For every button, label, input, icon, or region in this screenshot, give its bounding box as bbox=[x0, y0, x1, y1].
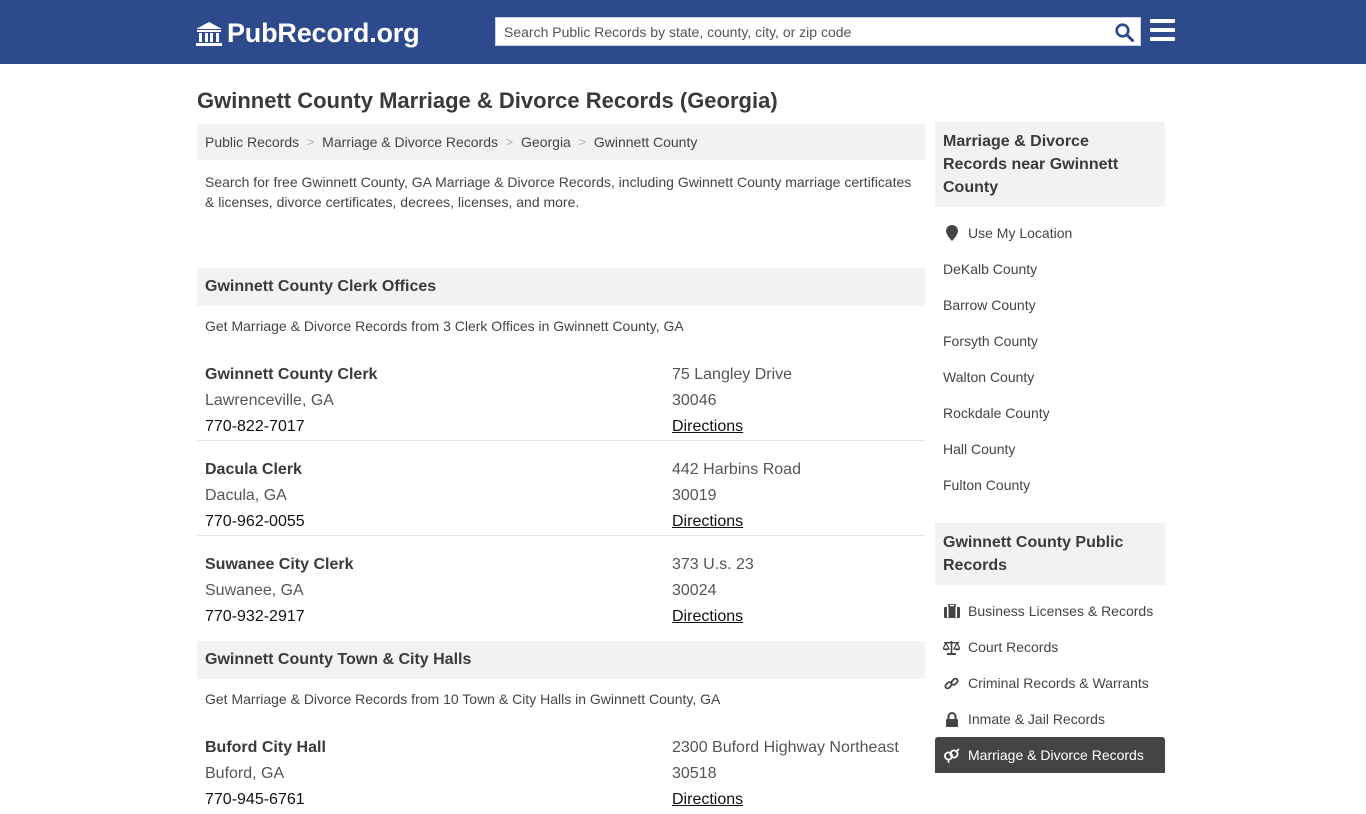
record-city: Buford, GA bbox=[205, 765, 285, 782]
sidebar-item-rockdale[interactable]: Rockdale County bbox=[935, 395, 1165, 431]
record-item: Gwinnett County Clerk Lawrenceville, GA … bbox=[197, 346, 925, 441]
link-icon bbox=[943, 675, 960, 691]
record-zip: 30046 bbox=[672, 392, 717, 409]
sidebar-public-records-title: Gwinnett County Public Records bbox=[935, 523, 1165, 585]
record-city: Dacula, GA bbox=[205, 487, 287, 504]
nearby-list: Use My Location DeKalb County Barrow Cou… bbox=[935, 207, 1165, 503]
sidebar-item-label: Marriage & Divorce Records bbox=[968, 747, 1144, 763]
breadcrumb-current: Gwinnett County bbox=[593, 134, 698, 150]
sidebar-item-dekalb[interactable]: DeKalb County bbox=[935, 251, 1165, 287]
top-navigation-bar: PubRecord.org bbox=[0, 0, 1366, 64]
sidebar-item-inmate-records[interactable]: Inmate & Jail Records bbox=[935, 701, 1165, 737]
menu-bar bbox=[1150, 37, 1175, 41]
use-my-location-link[interactable]: Use My Location bbox=[935, 215, 1165, 251]
breadcrumb-public-records[interactable]: Public Records bbox=[205, 134, 299, 150]
public-records-list: Business Licenses & Records Court Record… bbox=[935, 585, 1165, 773]
record-zip: 30019 bbox=[672, 487, 717, 504]
menu-bar bbox=[1150, 28, 1175, 32]
breadcrumb-separator: > bbox=[506, 135, 514, 149]
breadcrumb-georgia[interactable]: Georgia bbox=[521, 134, 571, 150]
sidebar-item-label: Inmate & Jail Records bbox=[968, 711, 1105, 727]
logo-text: PubRecord.org bbox=[227, 18, 420, 48]
gender-rings-icon bbox=[943, 747, 960, 763]
record-item: Suwanee City Clerk Suwanee, GA 770-932-2… bbox=[197, 536, 925, 631]
record-address: 2300 Buford Highway Northeast bbox=[672, 739, 899, 756]
courthouse-icon bbox=[196, 21, 222, 46]
lock-icon bbox=[943, 711, 960, 727]
section-title-city-halls: Gwinnett County Town & City Halls bbox=[197, 641, 925, 679]
record-address: 75 Langley Drive bbox=[672, 366, 793, 383]
briefcase-icon bbox=[943, 603, 960, 619]
record-name: Suwanee City Clerk bbox=[205, 556, 354, 573]
record-phone[interactable]: 770-932-2917 bbox=[205, 604, 354, 630]
sidebar-nearby-title: Marriage & Divorce Records near Gwinnett… bbox=[935, 122, 1165, 207]
sidebar-item-walton[interactable]: Walton County bbox=[935, 359, 1165, 395]
breadcrumb-separator: > bbox=[307, 135, 315, 149]
page-title: Gwinnett County Marriage & Divorce Recor… bbox=[197, 88, 778, 113]
sidebar-item-label: Court Records bbox=[968, 639, 1059, 655]
record-item: Buford City Hall Buford, GA 770-945-6761… bbox=[197, 719, 925, 814]
record-city: Lawrenceville, GA bbox=[205, 392, 334, 409]
sidebar-item-forsyth[interactable]: Forsyth County bbox=[935, 323, 1165, 359]
scales-icon bbox=[943, 639, 960, 655]
record-zip: 30518 bbox=[672, 765, 717, 782]
record-address: 442 Harbins Road bbox=[672, 461, 801, 478]
section-subtitle: Get Marriage & Divorce Records from 3 Cl… bbox=[205, 318, 684, 334]
record-phone[interactable]: 770-945-6761 bbox=[205, 787, 326, 813]
directions-link[interactable]: Directions bbox=[672, 791, 743, 808]
record-address: 373 U.s. 23 bbox=[672, 556, 754, 573]
search-input[interactable] bbox=[496, 18, 1096, 45]
section-subtitle: Get Marriage & Divorce Records from 10 T… bbox=[205, 691, 721, 707]
directions-link[interactable]: Directions bbox=[672, 418, 743, 435]
search-bar bbox=[495, 17, 1141, 46]
section-title-clerk-offices: Gwinnett County Clerk Offices bbox=[197, 268, 925, 306]
sidebar-item-court-records[interactable]: Court Records bbox=[935, 629, 1165, 665]
sidebar-item-label: Use My Location bbox=[968, 225, 1073, 241]
record-zip: 30024 bbox=[672, 582, 717, 599]
record-phone[interactable]: 770-962-0055 bbox=[205, 509, 305, 535]
main-content: Public Records > Marriage & Divorce Reco… bbox=[197, 124, 925, 814]
record-phone[interactable]: 770-822-7017 bbox=[205, 414, 377, 440]
breadcrumb-separator: > bbox=[578, 135, 586, 149]
breadcrumb: Public Records > Marriage & Divorce Reco… bbox=[197, 124, 925, 160]
directions-link[interactable]: Directions bbox=[672, 513, 743, 530]
breadcrumb-marriage-divorce[interactable]: Marriage & Divorce Records bbox=[322, 134, 498, 150]
site-logo[interactable]: PubRecord.org bbox=[195, 18, 420, 49]
map-marker-icon bbox=[943, 225, 960, 241]
record-name: Gwinnett County Clerk bbox=[205, 366, 378, 383]
record-item: Dacula Clerk Dacula, GA 770-962-0055 442… bbox=[197, 441, 925, 536]
sidebar-item-fulton[interactable]: Fulton County bbox=[935, 467, 1165, 503]
record-name: Buford City Hall bbox=[205, 739, 326, 756]
intro-text: Search for free Gwinnett County, GA Marr… bbox=[205, 174, 912, 210]
sidebar-item-hall[interactable]: Hall County bbox=[935, 431, 1165, 467]
sidebar-item-label: Criminal Records & Warrants bbox=[968, 675, 1149, 691]
sidebar-item-barrow[interactable]: Barrow County bbox=[935, 287, 1165, 323]
search-icon bbox=[1114, 22, 1134, 42]
record-name: Dacula Clerk bbox=[205, 461, 302, 478]
sidebar-item-label: Business Licenses & Records bbox=[968, 603, 1154, 619]
menu-bar bbox=[1150, 19, 1175, 23]
sidebar-item-criminal-records[interactable]: Criminal Records & Warrants bbox=[935, 665, 1165, 701]
hamburger-menu-button[interactable] bbox=[1150, 19, 1175, 41]
search-button[interactable] bbox=[1112, 21, 1136, 43]
sidebar: Marriage & Divorce Records near Gwinnett… bbox=[935, 122, 1165, 773]
directions-link[interactable]: Directions bbox=[672, 608, 743, 625]
sidebar-item-business-licenses[interactable]: Business Licenses & Records bbox=[935, 593, 1165, 629]
record-city: Suwanee, GA bbox=[205, 582, 304, 599]
